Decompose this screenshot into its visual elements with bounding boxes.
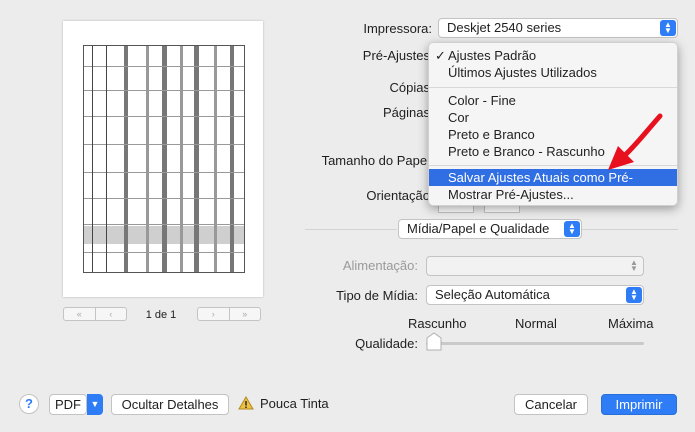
feed-label: Alimentação: — [342, 258, 418, 273]
stepper-icon: ▲ ▼ — [564, 221, 580, 237]
paper-size-label: Tamanho do Papel — [321, 153, 430, 168]
quality-tick-max: Máxima — [608, 316, 654, 331]
menu-item-last-used[interactable]: Últimos Ajustes Utilizados — [429, 64, 677, 81]
pdf-dropdown-icon[interactable]: ▼ — [87, 394, 103, 415]
menu-separator — [429, 87, 677, 88]
previous-page-button[interactable]: ‹ — [94, 308, 127, 320]
media-type-value: Seleção Automática — [435, 287, 550, 302]
page-counter: 1 de 1 — [145, 309, 177, 321]
print-button[interactable]: Imprimir — [601, 394, 677, 415]
cancel-button[interactable]: Cancelar — [514, 394, 588, 415]
menu-item-label: Preto e Branco - Rascunho — [448, 144, 605, 159]
menu-item-label: Últimos Ajustes Utilizados — [448, 65, 597, 80]
presets-label: Pré-Ajustes — [362, 48, 430, 63]
printer-select[interactable]: Deskjet 2540 series ▲ ▼ — [438, 18, 678, 38]
quality-slider-knob[interactable] — [425, 332, 443, 352]
media-type-select[interactable]: Seleção Automática ▲ ▼ — [426, 285, 644, 305]
stepper-icon: ▲ ▼ — [626, 287, 642, 303]
section-divider-right — [582, 229, 678, 230]
preview-next-controls[interactable]: › » — [197, 307, 261, 321]
quality-tick-draft: Rascunho — [408, 316, 467, 331]
menu-item-label: Ajustes Padrão — [448, 48, 537, 63]
warning-icon — [238, 396, 254, 410]
section-value: Mídia/Papel e Qualidade — [407, 221, 550, 236]
copies-label: Cópias — [389, 80, 430, 95]
preview-prev-controls[interactable]: « ‹ — [63, 307, 127, 321]
stepper-icon: ▲ ▼ — [660, 20, 676, 36]
help-button[interactable]: ? — [19, 394, 39, 414]
print-preview — [63, 21, 263, 297]
menu-item-color-fine[interactable]: Color - Fine — [429, 92, 677, 109]
feed-select[interactable]: ▲ ▼ — [426, 256, 644, 276]
menu-item-show-presets[interactable]: Mostrar Pré-Ajustes... — [429, 186, 677, 203]
pdf-button[interactable]: PDF — [49, 394, 87, 415]
menu-item-label: Preto e Branco — [448, 127, 535, 142]
printer-label: Impressora: — [363, 21, 432, 36]
hide-details-button[interactable]: Ocultar Detalhes — [111, 394, 229, 415]
stepper-icon: ▲ ▼ — [630, 258, 638, 273]
section-select[interactable]: Mídia/Papel e Qualidade ▲ ▼ — [398, 219, 582, 239]
next-page-button[interactable]: › — [198, 308, 229, 320]
last-page-button[interactable]: » — [228, 308, 261, 320]
quality-label: Qualidade: — [355, 336, 418, 351]
menu-item-label: Color - Fine — [448, 93, 516, 108]
menu-item-label: Mostrar Pré-Ajustes... — [448, 187, 574, 202]
media-type-label: Tipo de Mídia: — [336, 288, 418, 303]
section-divider-left — [305, 229, 397, 230]
checkmark-icon: ✓ — [435, 48, 446, 63]
quality-slider-track[interactable] — [426, 342, 644, 345]
low-ink-label: Pouca Tinta — [260, 396, 329, 411]
printer-value: Deskjet 2540 series — [447, 20, 562, 35]
pages-label: Páginas — [383, 105, 430, 120]
preview-document-thumbnail — [83, 45, 245, 273]
orientation-label: Orientação — [366, 188, 430, 203]
annotation-arrow-icon — [608, 113, 663, 170]
quality-tick-normal: Normal — [515, 316, 557, 331]
first-page-button[interactable]: « — [64, 308, 95, 320]
menu-item-default[interactable]: ✓ Ajustes Padrão — [429, 47, 677, 64]
menu-item-label: Cor — [448, 110, 469, 125]
